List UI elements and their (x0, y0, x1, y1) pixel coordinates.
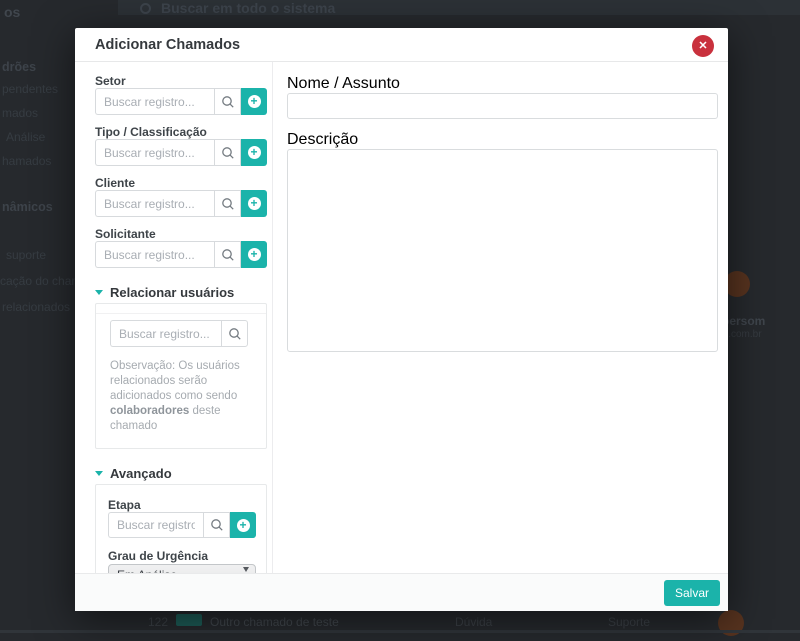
add-icon: + (248, 95, 261, 108)
setor-search-button[interactable] (214, 88, 241, 115)
tipo-label: Tipo / Classificação (95, 126, 266, 139)
divider (96, 304, 266, 314)
tipo-search-button[interactable] (214, 139, 241, 166)
cliente-search-input[interactable] (95, 190, 214, 217)
search-icon (210, 518, 224, 532)
solicitante-input-group: + (95, 241, 267, 268)
search-icon (228, 327, 242, 341)
table-cell-title: Outro chamado de teste (210, 615, 339, 629)
etapa-add-button[interactable]: + (230, 512, 256, 538)
solicitante-add-button[interactable]: + (241, 241, 267, 268)
relacionar-note: Observação: Os usuários relacionados ser… (110, 359, 252, 434)
table-cell-id: 122 (148, 615, 168, 629)
modal-body: Setor + Tipo / Classificação (75, 62, 728, 573)
avancado-panel: Etapa + Grau de Urgência Em Análise (95, 484, 267, 573)
relacionar-search-button[interactable] (221, 320, 248, 347)
add-icon: + (237, 519, 250, 532)
add-icon: + (248, 197, 261, 210)
solicitante-label: Solicitante (95, 228, 266, 241)
tipo-field: Tipo / Classificação + (95, 126, 266, 166)
relacionar-usuarios-section-toggle[interactable]: Relacionar usuários (95, 286, 266, 299)
avancado-section-toggle[interactable]: Avançado (95, 467, 266, 480)
nome-assunto-input[interactable] (287, 93, 718, 119)
divider (0, 630, 800, 633)
caret-down-icon (95, 290, 103, 295)
relacionar-search-input[interactable] (110, 320, 221, 347)
search-icon (140, 3, 151, 14)
sidebar-item: drões (2, 60, 36, 74)
setor-field: Setor + (95, 75, 266, 115)
modal-title: Adicionar Chamados (95, 37, 240, 53)
descricao-label: Descrição (287, 131, 358, 148)
etapa-input-group: + (108, 512, 256, 538)
caret-down-icon (95, 471, 103, 476)
solicitante-search-input[interactable] (95, 241, 214, 268)
search-icon (221, 95, 235, 109)
section-title: Avançado (110, 467, 172, 480)
modal-header: Adicionar Chamados ✕ (75, 28, 728, 62)
select-value: Em Análise (117, 568, 177, 573)
right-column: Nome / Assunto Descrição (273, 62, 728, 573)
profile-name: bersom (722, 314, 765, 328)
descricao-textarea[interactable] (287, 149, 718, 352)
etapa-search-input[interactable] (108, 512, 203, 538)
tipo-input-group: + (95, 139, 267, 166)
setor-input-group: + (95, 88, 267, 115)
cliente-label: Cliente (95, 177, 266, 190)
relacionar-usuarios-panel: Observação: Os usuários relacionados ser… (95, 303, 267, 449)
tipo-add-button[interactable]: + (241, 139, 267, 166)
search-icon (221, 248, 235, 262)
setor-label: Setor (95, 75, 266, 88)
table-cell-sector: Suporte (608, 615, 650, 629)
solicitante-field: Solicitante + (95, 228, 266, 268)
table-cell-type: Dúvida (455, 615, 492, 629)
cliente-search-button[interactable] (214, 190, 241, 217)
sidebar-item: Análise (6, 130, 45, 144)
modal-footer: Salvar (75, 573, 728, 611)
close-button[interactable]: ✕ (692, 35, 714, 57)
cliente-field: Cliente + (95, 177, 266, 217)
add-icon: + (248, 146, 261, 159)
nome-assunto-label: Nome / Assunto (287, 75, 400, 92)
sidebar-item: os (4, 4, 20, 20)
grau-urgencia-label: Grau de Urgência (108, 550, 254, 563)
select-arrows-icon (237, 569, 249, 573)
grau-urgencia-select[interactable]: Em Análise (108, 564, 256, 573)
cliente-add-button[interactable]: + (241, 190, 267, 217)
save-button[interactable]: Salvar (664, 580, 720, 606)
search-icon (221, 146, 235, 160)
left-column: Setor + Tipo / Classificação (75, 62, 273, 573)
add-icon: + (248, 248, 261, 261)
etapa-search-button[interactable] (203, 512, 230, 538)
note-bold-text: colaboradores (110, 405, 189, 417)
add-chamados-modal: Adicionar Chamados ✕ Setor + (75, 28, 728, 611)
sidebar-item: suporte (6, 248, 46, 262)
relacionar-input-group (110, 320, 248, 347)
global-search-bar: Buscar em todo o sistema (118, 0, 800, 15)
note-text: Observação: Os usuários relacionados ser… (110, 360, 240, 402)
close-icon: ✕ (698, 40, 707, 52)
solicitante-search-button[interactable] (214, 241, 241, 268)
etapa-label: Etapa (108, 499, 254, 512)
sidebar-item: relacionados (2, 300, 70, 314)
global-search-text: Buscar em todo o sistema (161, 0, 335, 15)
setor-search-input[interactable] (95, 88, 214, 115)
sidebar-item: hamados (2, 154, 51, 168)
section-title: Relacionar usuários (110, 286, 234, 299)
setor-add-button[interactable]: + (241, 88, 267, 115)
cliente-input-group: + (95, 190, 267, 217)
status-badge (176, 614, 202, 626)
sidebar-item: nâmicos (2, 200, 53, 214)
search-icon (221, 197, 235, 211)
tipo-search-input[interactable] (95, 139, 214, 166)
sidebar-item: pendentes (2, 82, 58, 96)
sidebar-item: mados (2, 106, 38, 120)
